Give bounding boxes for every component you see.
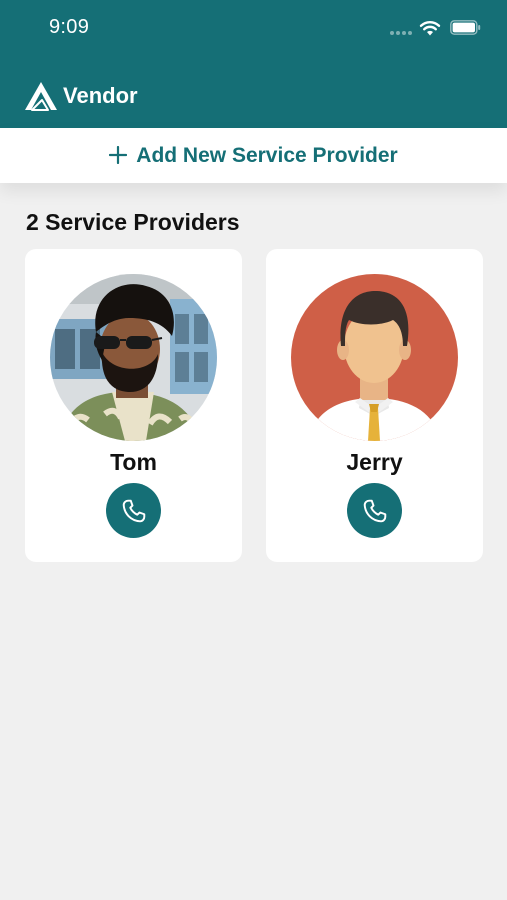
add-service-provider-label: Add New Service Provider bbox=[136, 143, 398, 167]
phone-icon bbox=[363, 499, 386, 522]
provider-name: Jerry bbox=[346, 449, 403, 475]
provider-card[interactable]: Jerry bbox=[266, 249, 483, 562]
provider-card[interactable]: Tom bbox=[25, 249, 242, 562]
phone-icon bbox=[122, 499, 145, 522]
brand: Vendor bbox=[24, 80, 138, 112]
cellular-signal-icon bbox=[390, 31, 414, 35]
provider-avatar bbox=[291, 274, 458, 441]
vendor-logo-icon bbox=[25, 82, 57, 111]
plus-icon bbox=[109, 145, 128, 164]
add-service-provider-button[interactable]: Add New Service Provider bbox=[0, 128, 507, 183]
provider-name: Tom bbox=[110, 449, 157, 475]
call-button[interactable] bbox=[106, 483, 161, 538]
app-title: Vendor bbox=[63, 83, 138, 108]
section-title: 2 Service Providers bbox=[26, 209, 240, 235]
call-button[interactable] bbox=[347, 483, 402, 538]
app-header: 9:09 Vendor bbox=[0, 0, 507, 128]
battery-icon bbox=[450, 20, 481, 35]
status-bar: 9:09 bbox=[0, 0, 507, 56]
status-time: 9:09 bbox=[49, 16, 90, 38]
provider-avatar bbox=[50, 274, 217, 441]
wifi-icon bbox=[419, 21, 441, 36]
